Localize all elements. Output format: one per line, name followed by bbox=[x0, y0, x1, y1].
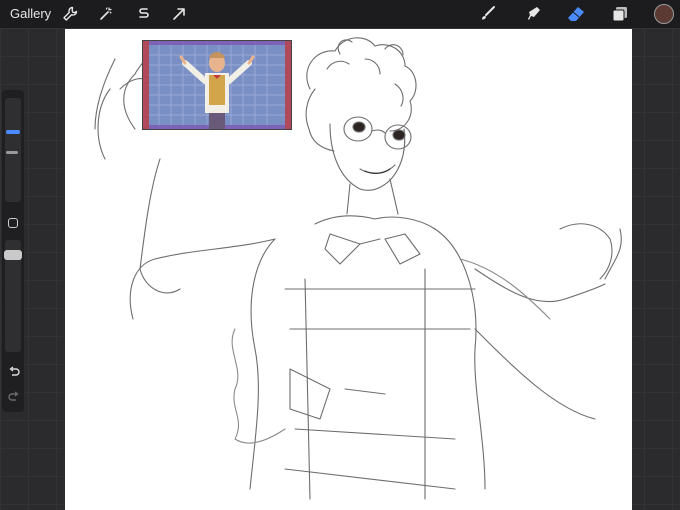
redo-icon[interactable] bbox=[7, 390, 21, 404]
smudge-icon[interactable] bbox=[524, 4, 544, 24]
reference-image[interactable] bbox=[142, 40, 292, 130]
top-toolbar: Gallery bbox=[0, 0, 680, 28]
left-sidebar bbox=[2, 90, 24, 412]
undo-icon[interactable] bbox=[7, 365, 21, 379]
modify-button[interactable] bbox=[8, 218, 18, 228]
opacity-slider[interactable] bbox=[4, 240, 22, 352]
wrench-icon[interactable] bbox=[60, 4, 80, 24]
brush-icon[interactable] bbox=[478, 4, 498, 24]
layers-icon[interactable] bbox=[610, 4, 630, 24]
opacity-thumb[interactable] bbox=[4, 250, 22, 260]
magic-wand-icon[interactable] bbox=[96, 4, 116, 24]
brush-size-thumb[interactable] bbox=[6, 130, 20, 134]
brush-size-slider[interactable] bbox=[5, 98, 21, 202]
selection-icon[interactable] bbox=[134, 4, 154, 24]
transform-arrow-icon[interactable] bbox=[169, 4, 189, 24]
eraser-icon[interactable] bbox=[566, 4, 586, 24]
brush-size-marker bbox=[6, 151, 18, 154]
color-swatch-button[interactable] bbox=[654, 4, 674, 24]
gallery-button[interactable]: Gallery bbox=[10, 6, 51, 21]
